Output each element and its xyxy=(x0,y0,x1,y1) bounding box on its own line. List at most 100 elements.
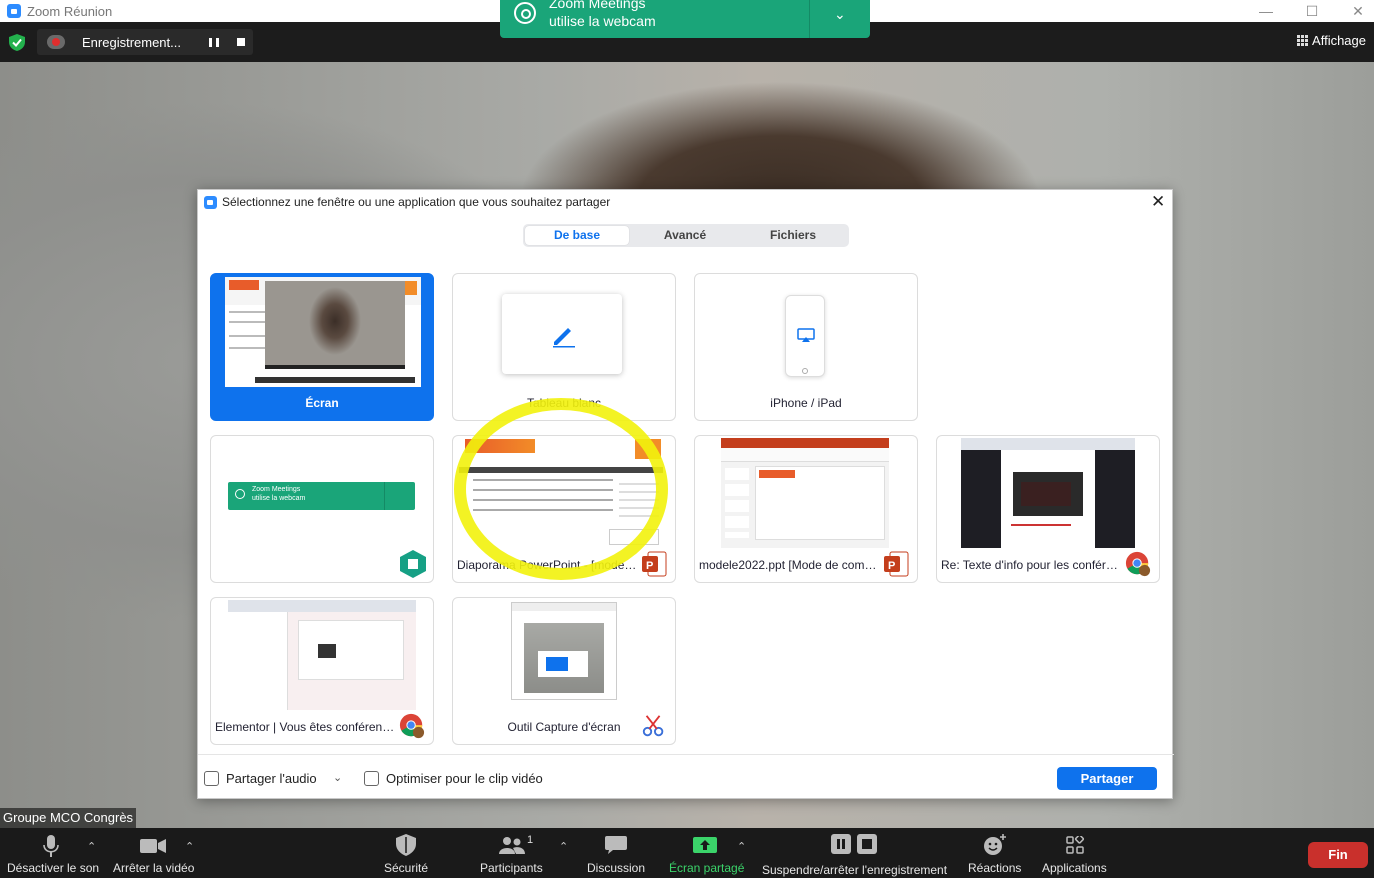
reactions-button[interactable]: Réactions xyxy=(964,828,1024,878)
cloud-record-icon xyxy=(47,35,65,49)
participants-icon xyxy=(499,837,525,854)
share-option-powerpoint-slideshow[interactable]: Diaporama PowerPoint - [model... P xyxy=(452,435,676,583)
pause-recording-icon[interactable] xyxy=(209,38,219,47)
share-option-chrome-email[interactable]: Re: Texte d'info pour les conféren... xyxy=(936,435,1160,583)
share-screen-icon xyxy=(693,837,717,853)
share-tabs: De base Avancé Fichiers xyxy=(523,224,849,247)
share-option-iphone-ipad[interactable]: iPhone / iPad xyxy=(694,273,918,421)
webcam-notification[interactable]: Zoom Meetings utilise la webcam ⌄ xyxy=(500,0,870,38)
app-badge-icon xyxy=(400,550,426,578)
notification-window-thumbnail: Zoom Meetings utilise la webcam xyxy=(228,482,415,510)
dialog-title: Sélectionnez une fenêtre ou une applicat… xyxy=(222,195,611,209)
share-options-caret-icon[interactable]: ⌃ xyxy=(737,840,746,853)
thumb-text-2: utilise la webcam xyxy=(252,495,306,502)
apps-label: Applications xyxy=(1042,861,1107,875)
pen-icon xyxy=(553,328,575,348)
security-shield-icon xyxy=(396,834,416,856)
window-title: Zoom Réunion xyxy=(27,3,113,19)
share-screen-button[interactable]: Écran partagé xyxy=(666,828,746,878)
chevron-down-icon[interactable]: ⌄ xyxy=(834,6,846,23)
chat-button[interactable]: Discussion xyxy=(584,828,648,878)
minimize-button[interactable]: — xyxy=(1243,0,1289,22)
chrome-email-thumbnail xyxy=(961,438,1135,548)
screen-thumbnail xyxy=(225,277,421,387)
scissors-icon xyxy=(642,715,664,737)
chrome-icon xyxy=(399,713,425,739)
recording-control-button[interactable]: Suspendre/arrêter l'enregistrement xyxy=(760,828,950,878)
airplay-icon xyxy=(797,328,815,342)
pause-stop-recording-icon xyxy=(831,834,877,854)
chrome-elementor-thumbnail xyxy=(228,600,416,710)
microphone-icon xyxy=(43,835,59,857)
apps-button[interactable]: Applications xyxy=(1040,828,1112,878)
share-option-powerpoint-editor[interactable]: modele2022.ppt [Mode de comp... P xyxy=(694,435,918,583)
view-label: Affichage xyxy=(1312,33,1366,48)
share-button[interactable]: Partager xyxy=(1057,767,1157,790)
share-option-label: Tableau blanc xyxy=(526,396,602,410)
share-option-screen[interactable]: Écran xyxy=(210,273,434,421)
recording-label: Enregistrement... xyxy=(82,34,181,50)
tab-advanced[interactable]: Avancé xyxy=(633,226,737,245)
security-button[interactable]: Sécurité xyxy=(380,828,434,878)
powerpoint-icon: P xyxy=(884,551,909,577)
participants-count: 1 xyxy=(527,834,534,846)
dialog-footer: Partager l'audio ⌄ Optimiser pour le cli… xyxy=(198,754,1174,800)
thumb-text-1: Zoom Meetings xyxy=(252,486,301,493)
zoom-dialog-icon xyxy=(204,196,217,209)
share-screen-label: Écran partagé xyxy=(669,861,745,875)
audio-options-caret-icon[interactable]: ⌃ xyxy=(87,840,96,853)
tab-basic[interactable]: De base xyxy=(525,226,629,245)
security-label: Sécurité xyxy=(384,861,429,875)
mute-button[interactable]: Désactiver le son xyxy=(0,828,110,878)
phone-thumbnail xyxy=(785,295,825,377)
view-button[interactable]: Affichage xyxy=(1297,33,1366,48)
chevron-down-icon[interactable]: ⌄ xyxy=(333,771,342,784)
share-audio-checkbox[interactable] xyxy=(204,771,219,786)
share-audio-label: Partager l'audio xyxy=(226,771,317,786)
svg-text:P: P xyxy=(646,560,653,572)
mute-label: Désactiver le son xyxy=(7,861,100,875)
video-options-caret-icon[interactable]: ⌃ xyxy=(185,840,194,853)
snipping-tool-thumbnail xyxy=(511,602,617,700)
share-option-snipping-tool[interactable]: Outil Capture d'écran xyxy=(452,597,676,745)
stop-video-label: Arrêter la vidéo xyxy=(113,861,195,875)
recording-indicator: Enregistrement... xyxy=(37,29,253,55)
share-option-zoom-notification-window[interactable]: Zoom Meetings utilise la webcam xyxy=(210,435,434,583)
optimize-video-checkbox[interactable] xyxy=(364,771,379,786)
chat-bubble-icon xyxy=(605,836,627,854)
smiley-icon xyxy=(984,834,1006,855)
reactions-label: Réactions xyxy=(968,861,1022,875)
notification-message: utilise la webcam xyxy=(549,13,656,29)
ppt-editor-thumbnail xyxy=(721,438,889,548)
participants-label: Participants xyxy=(480,861,543,875)
chat-label: Discussion xyxy=(587,861,646,875)
end-meeting-button[interactable]: Fin xyxy=(1308,842,1368,868)
encryption-shield-icon[interactable] xyxy=(9,34,25,51)
participants-button[interactable]: 1 Participants xyxy=(478,828,552,878)
grid-icon xyxy=(1297,35,1309,46)
share-option-label: Diaporama PowerPoint - [model... xyxy=(457,558,637,572)
maximize-button[interactable]: ☐ xyxy=(1289,0,1335,22)
participant-name-tag: Groupe MCO Congrès xyxy=(0,808,137,828)
share-screen-dialog: Sélectionnez une fenêtre ou une applicat… xyxy=(197,189,1174,800)
video-camera-icon xyxy=(140,839,166,853)
share-option-label: Elementor | Vous êtes conférenci... xyxy=(215,720,395,734)
notification-divider xyxy=(809,0,810,38)
zoom-app-icon xyxy=(7,4,21,18)
optimize-video-label: Optimiser pour le clip vidéo xyxy=(386,771,543,786)
slideshow-thumbnail xyxy=(459,437,663,549)
whiteboard-thumbnail xyxy=(502,294,622,374)
share-option-chrome-elementor[interactable]: Elementor | Vous êtes conférenci... xyxy=(210,597,434,745)
share-option-label: Outil Capture d'écran xyxy=(507,720,621,734)
tab-files[interactable]: Fichiers xyxy=(741,226,845,245)
stop-video-button[interactable]: Arrêter la vidéo xyxy=(110,828,200,878)
share-option-whiteboard[interactable]: Tableau blanc xyxy=(452,273,676,421)
apps-icon xyxy=(1066,836,1084,854)
close-window-button[interactable]: ✕ xyxy=(1335,0,1374,22)
powerpoint-icon: P xyxy=(642,551,667,577)
chrome-icon xyxy=(1125,551,1151,577)
participants-options-caret-icon[interactable]: ⌃ xyxy=(559,840,568,853)
meeting-toolbar: Désactiver le son ⌃ Arrêter la vidéo ⌃ S… xyxy=(0,828,1374,878)
stop-recording-icon[interactable] xyxy=(237,38,245,46)
close-icon[interactable]: ✕ xyxy=(1151,192,1165,212)
